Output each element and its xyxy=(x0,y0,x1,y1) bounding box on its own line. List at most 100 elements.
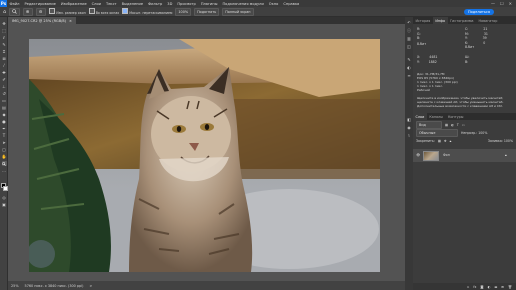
tab-histogram[interactable]: Гистограмма xyxy=(448,17,476,24)
tab-info[interactable]: Инфо xyxy=(432,17,448,24)
filter-type-icon[interactable]: T xyxy=(457,123,459,127)
frame-icon[interactable]: ⊠ xyxy=(2,56,7,61)
folder-icon[interactable]: ▬ xyxy=(494,285,497,289)
lasso-icon[interactable]: ℓ xyxy=(2,35,7,40)
zoom-tool-icon[interactable] xyxy=(1,161,7,166)
layer-row-background[interactable]: 👁︎ Фон 🔒︎ xyxy=(413,149,516,162)
tool-preset-picker[interactable] xyxy=(9,7,21,16)
all-windows-option[interactable]: Во всех окнах xyxy=(88,8,119,15)
menu-layer[interactable]: Слои xyxy=(89,2,103,6)
navigator-icon[interactable]: ◫ xyxy=(407,44,412,49)
trash-icon[interactable]: 🗑︎ xyxy=(508,285,512,289)
quick-mask-icon[interactable]: ◎ xyxy=(2,195,7,200)
resize-windows-checkbox[interactable] xyxy=(49,8,56,14)
minimize-button[interactable]: — xyxy=(491,1,495,6)
status-arrow-icon[interactable]: > xyxy=(89,284,92,288)
screen-mode-icon[interactable]: ▣ xyxy=(2,202,7,207)
tab-history[interactable]: История xyxy=(413,17,433,24)
quick-select-icon[interactable]: ✎ xyxy=(2,42,7,47)
hand-icon[interactable]: ✋ xyxy=(2,154,7,159)
opacity-field[interactable]: Непрозр.: 100% xyxy=(461,131,487,135)
filter-pixel-icon[interactable]: ▦ xyxy=(445,123,448,127)
filter-shape-icon[interactable]: ▭ xyxy=(462,123,465,127)
link-icon[interactable]: ∞ xyxy=(467,285,470,289)
menu-image[interactable]: Изображение xyxy=(58,2,89,6)
tab-layers[interactable]: Слои xyxy=(413,113,427,120)
dodge-icon[interactable]: ● xyxy=(2,119,7,124)
brush-icon[interactable]: ✐ xyxy=(2,77,7,82)
history-icon[interactable]: ↶ xyxy=(407,20,412,25)
layers-filter-select[interactable]: Вид xyxy=(416,121,442,129)
fill-field[interactable]: Заливка: 100% xyxy=(488,139,513,143)
move-icon[interactable]: ✥ xyxy=(2,21,7,26)
document-tab[interactable]: IMG_9027.CR2 @ 25% (RGB/8) × xyxy=(8,17,76,24)
zoom-in-button[interactable] xyxy=(23,7,34,16)
tab-paths[interactable]: Контуры xyxy=(445,113,466,120)
tools-panel: ✥ ⬚ ℓ ✎ ⌗ ⊠ ⁄ ✚ ✐ ⊥ ↺ ▭ ▤ ◆ ● ✒ T ➤ ▢ ✋ … xyxy=(0,17,8,290)
healing-icon[interactable]: ✚ xyxy=(2,70,7,75)
lock-position-icon[interactable]: ✥ xyxy=(444,139,447,143)
marquee-icon[interactable]: ⬚ xyxy=(2,28,7,33)
menu-view[interactable]: Просмотр xyxy=(175,2,198,6)
resize-windows-option[interactable]: Изм. размер окон xyxy=(49,8,86,15)
menu-type[interactable]: Текст xyxy=(104,2,120,6)
fit-screen-button[interactable]: Подогнать xyxy=(194,7,220,16)
zoom-out-button[interactable] xyxy=(36,7,47,16)
home-icon[interactable]: ⌂ xyxy=(3,9,6,15)
tab-navigator[interactable]: Навигатор xyxy=(476,17,500,24)
history-brush-icon[interactable]: ↺ xyxy=(2,91,7,96)
shape-icon[interactable]: ▢ xyxy=(2,147,7,152)
menu-3d[interactable]: 3D xyxy=(165,2,175,6)
tab-channels[interactable]: Каналы xyxy=(427,113,446,120)
scrubby-zoom-checkbox[interactable] xyxy=(122,8,129,14)
pen-icon[interactable]: ✒ xyxy=(2,126,7,131)
blur-icon[interactable]: ◆ xyxy=(2,112,7,117)
path-select-icon[interactable]: ➤ xyxy=(2,140,7,145)
properties-icon[interactable]: ≡ xyxy=(407,73,412,78)
menu-help[interactable]: Справка xyxy=(281,2,302,6)
menu-edit[interactable]: Редактирование xyxy=(22,2,58,6)
gradient-icon[interactable]: ▤ xyxy=(2,105,7,110)
channels-icon[interactable]: ◉ xyxy=(407,125,412,130)
window-controls: — ☐ ✕ xyxy=(491,1,516,6)
scrubby-zoom-option[interactable]: Масшт. перетаскиванием xyxy=(122,8,172,15)
blend-mode-select[interactable]: Обычные xyxy=(416,129,458,137)
close-window-button[interactable]: ✕ xyxy=(509,1,512,6)
adjust-icon[interactable]: ◐ xyxy=(487,285,490,289)
layers-icon[interactable]: ◧ xyxy=(407,117,412,122)
paths-icon[interactable]: ⌇ xyxy=(407,133,412,138)
menu-select[interactable]: Выделение xyxy=(119,2,145,6)
all-windows-checkbox[interactable] xyxy=(88,8,95,14)
filter-adjust-icon[interactable]: ◐ xyxy=(451,123,454,127)
eraser-icon[interactable]: ▭ xyxy=(2,98,7,103)
eyedropper-icon[interactable]: ⁄ xyxy=(2,63,7,68)
brush-panel-icon[interactable]: ✎ xyxy=(407,57,412,62)
status-zoom[interactable]: 25% xyxy=(11,284,19,288)
info-icon[interactable]: ⓘ xyxy=(407,28,412,33)
menu-filter[interactable]: Фильтр xyxy=(146,2,165,6)
info-rgb-block: R: G: B: 8-бит xyxy=(417,27,426,46)
mask-icon[interactable]: ◙ xyxy=(480,285,483,289)
layer-name[interactable]: Фон xyxy=(443,153,450,157)
document-image[interactable] xyxy=(29,39,380,272)
document-tab-close-icon[interactable]: × xyxy=(69,19,72,23)
more-icon[interactable]: … xyxy=(2,168,7,173)
menu-file[interactable]: Файл xyxy=(7,2,22,6)
crop-icon[interactable]: ⌗ xyxy=(2,49,7,54)
new-layer-icon[interactable]: ⊞ xyxy=(501,285,504,289)
share-button[interactable]: Поделиться xyxy=(464,8,494,15)
lock-pixels-icon[interactable]: ▦ xyxy=(438,139,441,143)
lock-all-icon[interactable]: 🔒︎ xyxy=(450,139,452,143)
stamp-icon[interactable]: ⊥ xyxy=(2,84,7,89)
histogram-icon[interactable]: ▥ xyxy=(407,36,412,41)
menu-window[interactable]: Окно xyxy=(266,2,281,6)
zoom-100-button[interactable]: 100% xyxy=(175,7,192,16)
menu-modules[interactable]: Подключения модули xyxy=(220,2,266,6)
fill-screen-button[interactable]: Полный экран xyxy=(222,7,254,16)
fx-icon[interactable]: fx xyxy=(473,285,476,289)
eye-icon[interactable]: 👁︎ xyxy=(416,153,420,157)
type-icon[interactable]: T xyxy=(2,133,7,138)
maximize-button[interactable]: ☐ xyxy=(500,1,504,6)
menu-plugins[interactable]: Плагины xyxy=(198,2,220,6)
adjustments-icon[interactable]: ◐ xyxy=(407,65,412,70)
